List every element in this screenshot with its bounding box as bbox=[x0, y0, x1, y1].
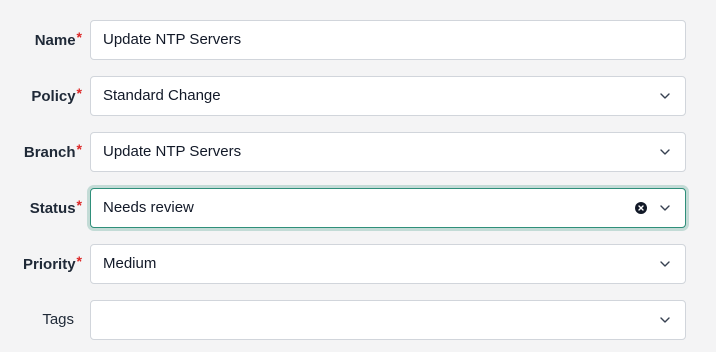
status-select-value: Needs review bbox=[103, 199, 194, 216]
chevron-down-icon[interactable] bbox=[659, 146, 671, 158]
required-asterisk: * bbox=[76, 253, 82, 269]
name-label: Name* bbox=[34, 29, 82, 49]
tags-select[interactable] bbox=[90, 300, 686, 340]
name-row: Name* Update NTP Servers bbox=[0, 20, 716, 60]
clear-icon[interactable] bbox=[635, 202, 647, 214]
priority-label: Priority* bbox=[23, 253, 82, 273]
priority-select[interactable]: Medium bbox=[90, 244, 686, 284]
status-row: Status* Needs review bbox=[0, 188, 716, 228]
chevron-down-icon[interactable] bbox=[659, 90, 671, 102]
status-select[interactable]: Needs review bbox=[90, 188, 686, 228]
priority-row: Priority* Medium bbox=[0, 244, 716, 284]
policy-select-value: Standard Change bbox=[103, 87, 221, 104]
policy-label: Policy* bbox=[31, 85, 82, 105]
chevron-down-icon[interactable] bbox=[659, 258, 671, 270]
required-asterisk: * bbox=[76, 29, 82, 45]
status-label: Status* bbox=[29, 197, 82, 217]
branch-row: Branch* Update NTP Servers bbox=[0, 132, 716, 172]
policy-select[interactable]: Standard Change bbox=[90, 76, 686, 116]
name-input[interactable]: Update NTP Servers bbox=[90, 20, 686, 60]
chevron-down-icon[interactable] bbox=[659, 314, 671, 326]
policy-row: Policy* Standard Change bbox=[0, 76, 716, 116]
name-input-value: Update NTP Servers bbox=[103, 31, 242, 48]
branch-select-value: Update NTP Servers bbox=[103, 143, 242, 160]
required-asterisk: * bbox=[76, 197, 82, 213]
branch-select[interactable]: Update NTP Servers bbox=[90, 132, 686, 172]
priority-select-value: Medium bbox=[103, 255, 157, 272]
branch-label: Branch* bbox=[23, 141, 82, 161]
chevron-down-icon[interactable] bbox=[659, 202, 671, 214]
tags-row: Tags bbox=[0, 300, 716, 340]
required-asterisk: * bbox=[76, 141, 82, 157]
tags-label: Tags bbox=[42, 311, 74, 328]
required-asterisk: * bbox=[76, 85, 82, 101]
